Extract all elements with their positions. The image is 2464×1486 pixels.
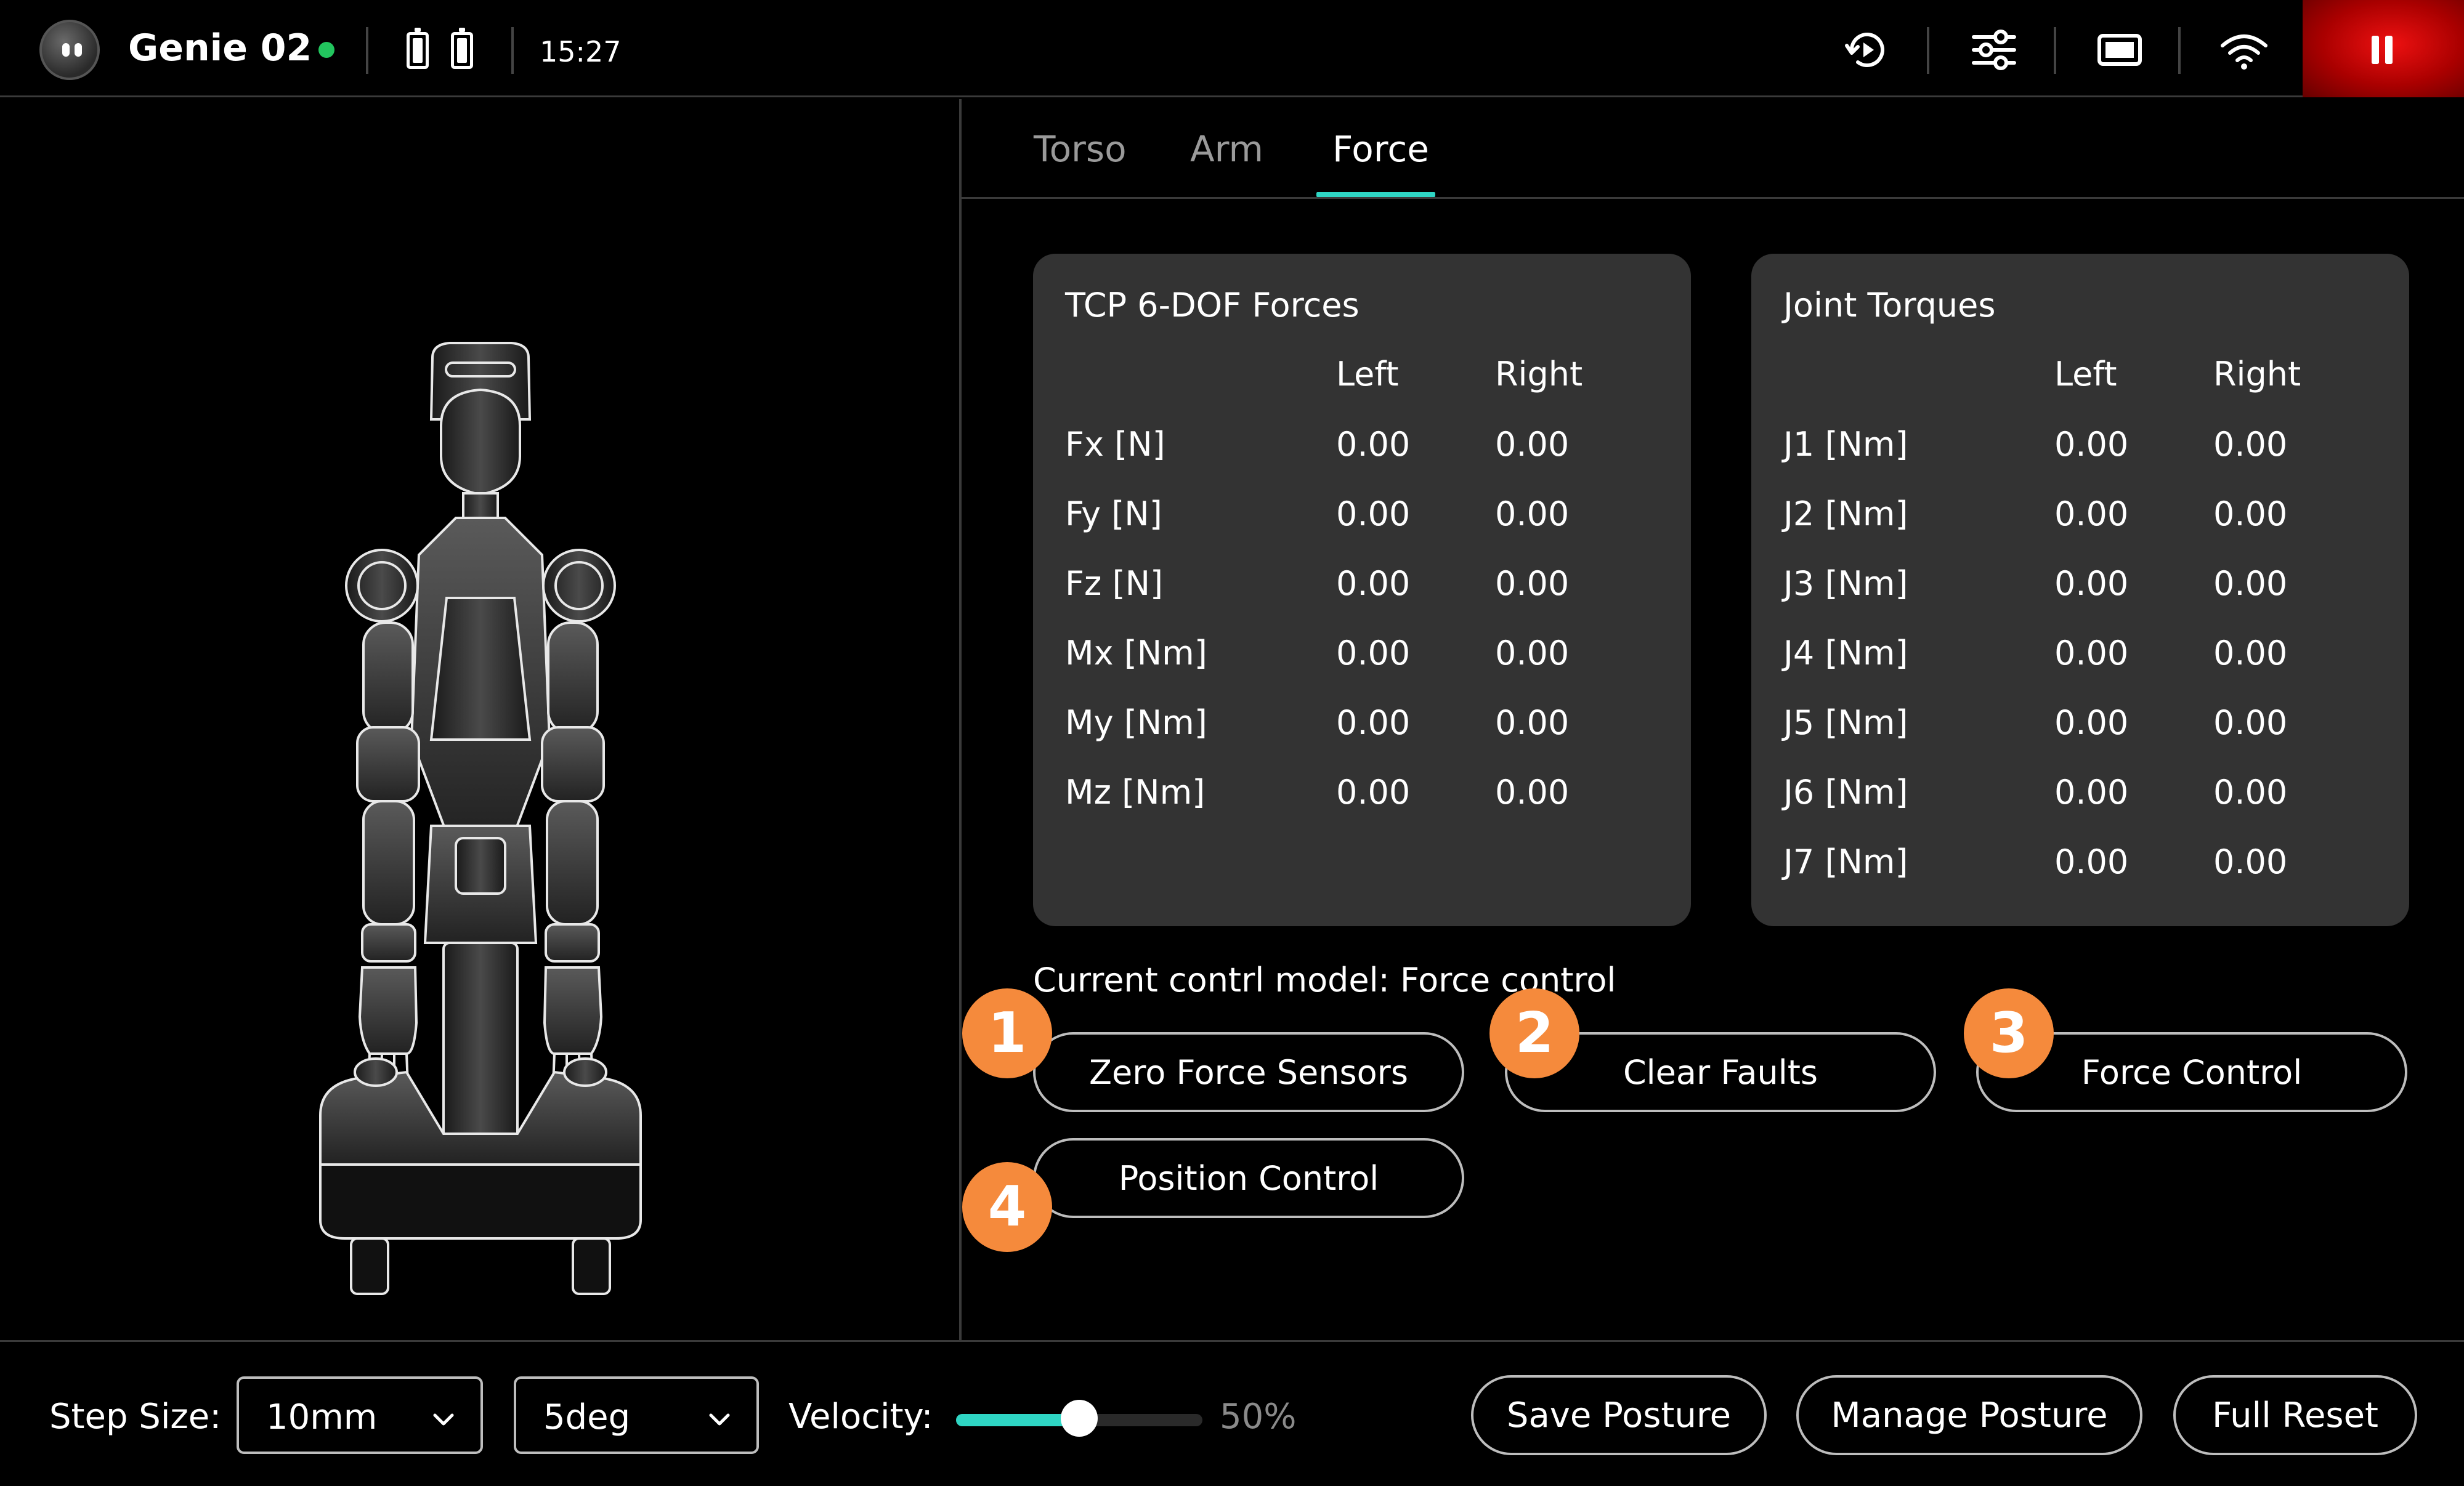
row-label: J6 [Nm] bbox=[1783, 773, 1908, 812]
row-label: Fx [N] bbox=[1065, 425, 1165, 464]
pause-button[interactable] bbox=[2303, 0, 2464, 97]
divider bbox=[1927, 27, 1929, 74]
robot-logo-icon bbox=[39, 20, 100, 80]
value-right: 0.00 bbox=[1495, 495, 1570, 533]
tab-force[interactable]: Force bbox=[1332, 127, 1429, 171]
angle-step-select[interactable]: 5deg bbox=[514, 1376, 759, 1454]
annotation-badge-4: 4 bbox=[962, 1162, 1052, 1252]
velocity-slider-handle[interactable] bbox=[1061, 1400, 1098, 1437]
joint-torques-card: Joint Torques Left Right J1 [Nm] 0.00 0.… bbox=[1751, 254, 2409, 926]
value-right: 0.00 bbox=[1495, 425, 1570, 464]
value-left: 0.00 bbox=[1336, 495, 1411, 533]
value-left: 0.00 bbox=[2054, 495, 2129, 533]
row-label: J2 [Nm] bbox=[1783, 495, 1908, 533]
velocity-label: Velocity: bbox=[788, 1397, 933, 1437]
row-label: J7 [Nm] bbox=[1783, 842, 1908, 881]
active-tab-indicator bbox=[1316, 192, 1435, 197]
column-header-right: Right bbox=[2213, 355, 2301, 394]
robot-model-illustration bbox=[319, 342, 642, 1295]
connection-status-dot bbox=[318, 42, 334, 58]
value-right: 0.00 bbox=[2213, 425, 2288, 464]
value-right: 0.00 bbox=[2213, 564, 2288, 603]
value-left: 0.00 bbox=[1336, 425, 1411, 464]
step-size-select[interactable]: 10mm bbox=[237, 1376, 483, 1454]
row-label: J3 [Nm] bbox=[1783, 564, 1908, 603]
value-left: 0.00 bbox=[1336, 703, 1411, 742]
row-label: J4 [Nm] bbox=[1783, 634, 1908, 672]
column-header-left: Left bbox=[1336, 355, 1399, 394]
divider bbox=[511, 27, 514, 74]
angle-step-value: 5deg bbox=[543, 1397, 631, 1437]
row-label: Mx [Nm] bbox=[1065, 634, 1207, 672]
row-label: J5 [Nm] bbox=[1783, 703, 1908, 742]
manage-posture-button[interactable]: Manage Posture bbox=[1796, 1375, 2142, 1455]
divider bbox=[2178, 27, 2181, 74]
value-left: 0.00 bbox=[2054, 703, 2129, 742]
bottom-toolbar: Step Size: 10mm 5deg Velocity: 50% Save … bbox=[0, 1340, 2464, 1486]
screen-icon[interactable] bbox=[2092, 22, 2147, 78]
robot-name: Genie 02 bbox=[128, 26, 312, 70]
velocity-value: 50% bbox=[1220, 1397, 1297, 1437]
value-right: 0.00 bbox=[2213, 842, 2288, 881]
tcp-forces-card: TCP 6-DOF Forces Left Right Fx [N] 0.00 … bbox=[1033, 254, 1691, 926]
value-right: 0.00 bbox=[2213, 495, 2288, 533]
value-left: 0.00 bbox=[1336, 773, 1411, 812]
row-label: My [Nm] bbox=[1065, 703, 1207, 742]
robot-viewport bbox=[0, 99, 959, 1340]
divider bbox=[2054, 27, 2056, 74]
value-left: 0.00 bbox=[1336, 564, 1411, 603]
value-right: 0.00 bbox=[2213, 773, 2288, 812]
row-label: J1 [Nm] bbox=[1783, 425, 1908, 464]
battery-icon bbox=[407, 28, 429, 69]
value-right: 0.00 bbox=[1495, 564, 1570, 603]
step-size-label: Step Size: bbox=[49, 1397, 222, 1437]
tab-arm[interactable]: Arm bbox=[1190, 127, 1263, 171]
zero-force-sensors-button[interactable]: Zero Force Sensors bbox=[1033, 1032, 1464, 1112]
tab-torso[interactable]: Torso bbox=[1034, 127, 1127, 171]
value-right: 0.00 bbox=[1495, 634, 1570, 672]
chevron-down-icon bbox=[433, 1413, 454, 1426]
card-title: Joint Torques bbox=[1783, 286, 1996, 325]
clock: 15:27 bbox=[540, 35, 622, 68]
wifi-icon[interactable] bbox=[2216, 22, 2272, 78]
annotation-badge-2: 2 bbox=[1489, 988, 1579, 1078]
battery-icon bbox=[451, 28, 473, 69]
value-left: 0.00 bbox=[2054, 842, 2129, 881]
value-right: 0.00 bbox=[1495, 703, 1570, 742]
value-right: 0.00 bbox=[2213, 634, 2288, 672]
annotation-badge-1: 1 bbox=[962, 988, 1052, 1078]
value-right: 0.00 bbox=[2213, 703, 2288, 742]
value-left: 0.00 bbox=[2054, 564, 2129, 603]
row-label: Fz [N] bbox=[1065, 564, 1164, 603]
chevron-down-icon bbox=[709, 1413, 730, 1426]
annotation-badge-3: 3 bbox=[1964, 988, 2054, 1078]
value-left: 0.00 bbox=[1336, 634, 1411, 672]
pane-divider bbox=[959, 99, 962, 1340]
top-bar: Genie 02 15:27 bbox=[0, 0, 2464, 97]
step-size-value: 10mm bbox=[266, 1397, 378, 1437]
position-control-button[interactable]: Position Control bbox=[1033, 1138, 1464, 1218]
full-reset-button[interactable]: Full Reset bbox=[2173, 1375, 2417, 1455]
tab-bar: Torso Arm Force bbox=[962, 99, 2464, 199]
pause-icon bbox=[2372, 36, 2379, 64]
save-posture-button[interactable]: Save Posture bbox=[1471, 1375, 1767, 1455]
value-left: 0.00 bbox=[2054, 425, 2129, 464]
sliders-icon[interactable] bbox=[1966, 22, 2022, 78]
value-left: 0.00 bbox=[2054, 773, 2129, 812]
divider bbox=[366, 27, 368, 74]
row-label: Fy [N] bbox=[1065, 495, 1162, 533]
replay-icon[interactable] bbox=[1839, 22, 1895, 78]
column-header-left: Left bbox=[2054, 355, 2117, 394]
value-right: 0.00 bbox=[1495, 773, 1570, 812]
column-header-right: Right bbox=[1495, 355, 1583, 394]
value-left: 0.00 bbox=[2054, 634, 2129, 672]
card-title: TCP 6-DOF Forces bbox=[1065, 286, 1360, 325]
row-label: Mz [Nm] bbox=[1065, 773, 1206, 812]
